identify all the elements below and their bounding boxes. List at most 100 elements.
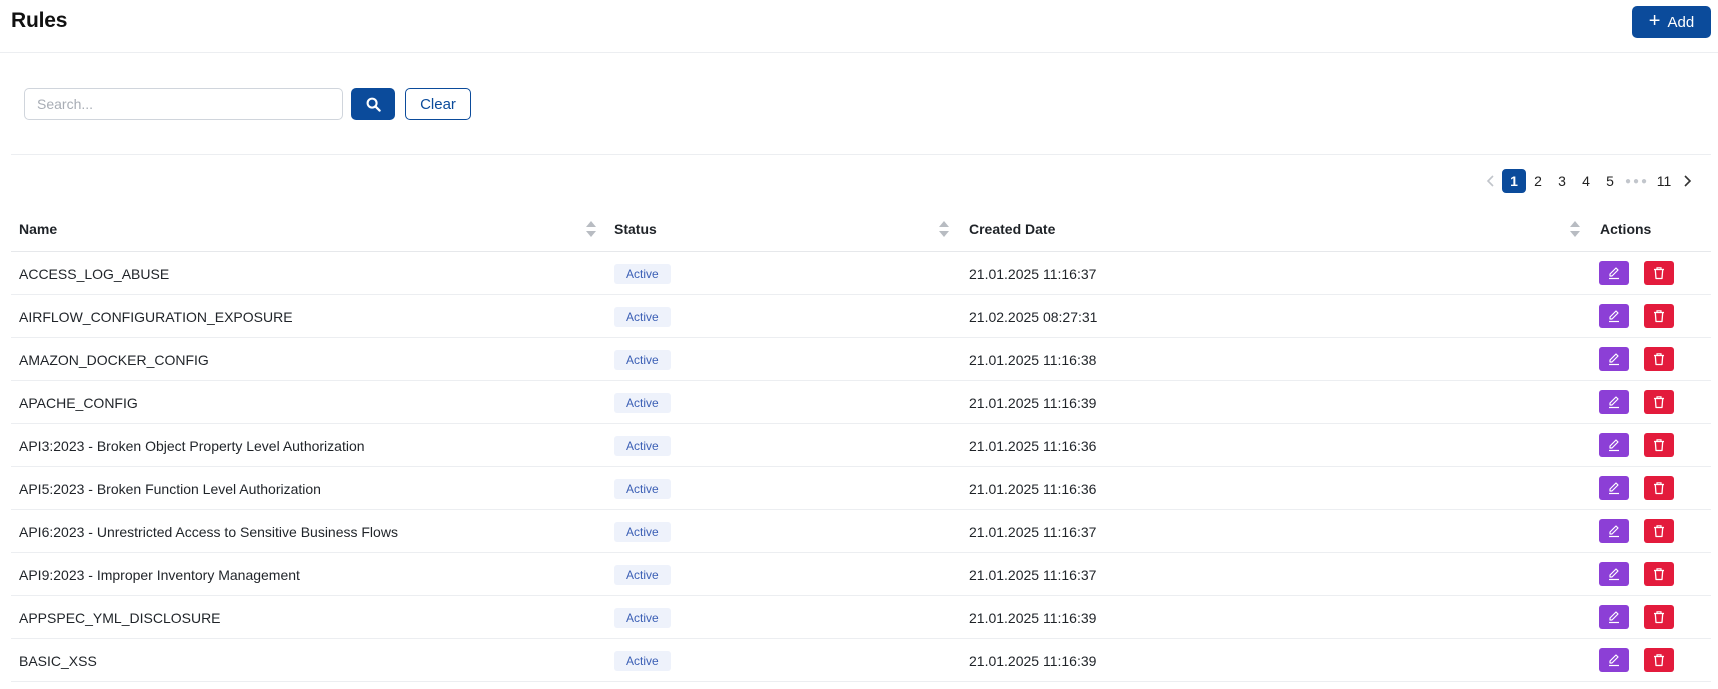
trash-icon (1654, 267, 1664, 280)
row-status: Active (614, 639, 671, 682)
delete-button[interactable] (1644, 390, 1674, 414)
row-name: ACCESS_LOG_ABUSE (19, 265, 170, 282)
status-badge: Active (614, 349, 671, 370)
edit-icon (1609, 611, 1619, 624)
trash-icon (1654, 310, 1664, 323)
edit-icon (1609, 482, 1619, 495)
edit-icon (1609, 654, 1619, 667)
row-created-date: 21.01.2025 11:16:36 (969, 480, 1097, 497)
ellipsis-icon[interactable]: ●●● (1622, 169, 1652, 193)
edit-button[interactable] (1599, 347, 1629, 371)
edit-icon (1609, 353, 1619, 366)
row-name: AIRFLOW_CONFIGURATION_EXPOSURE (19, 308, 293, 325)
page-5-button[interactable]: 5 (1598, 169, 1622, 193)
row-name: API6:2023 - Unrestricted Access to Sensi… (19, 523, 398, 540)
trash-icon (1654, 396, 1664, 409)
prev-page-button[interactable] (1480, 169, 1502, 193)
trash-icon (1654, 568, 1664, 581)
edit-button[interactable] (1599, 433, 1629, 457)
table-row: AMAZON_DOCKER_CONFIG Active 21.01.2025 11:… (11, 338, 1711, 381)
add-button[interactable]: + Add (1632, 6, 1711, 38)
row-status: Active (614, 467, 671, 510)
sort-icon[interactable] (1569, 219, 1581, 239)
table-row: ACCESS_LOG_ABUSE Active 21.01.2025 11:16:3… (11, 252, 1711, 295)
search-button[interactable] (351, 88, 395, 120)
row-created-date: 21.01.2025 11:16:39 (969, 609, 1097, 626)
row-status: Active (614, 338, 671, 381)
row-status: Active (614, 252, 671, 295)
row-status: Active (614, 510, 671, 553)
table-row: API6:2023 - Unrestricted Access to Sensi… (11, 510, 1711, 553)
page-4-button[interactable]: 4 (1574, 169, 1598, 193)
search-input[interactable] (24, 88, 343, 120)
delete-button[interactable] (1644, 304, 1674, 328)
row-name: API5:2023 - Broken Function Level Author… (19, 480, 321, 497)
chevron-left-icon (1486, 175, 1494, 187)
status-badge: Active (614, 306, 671, 327)
column-header-status[interactable]: Status (614, 206, 657, 252)
clear-button[interactable]: Clear (405, 88, 471, 120)
edit-icon (1609, 396, 1619, 409)
add-button-label: Add (1667, 13, 1695, 31)
edit-button[interactable] (1599, 390, 1629, 414)
pagination: 1 2 3 4 5 ●●● 11 (1480, 169, 1698, 193)
table-body: ACCESS_LOG_ABUSE Active 21.01.2025 11:16:3… (11, 252, 1711, 682)
page-title: Rules (11, 9, 68, 32)
delete-button[interactable] (1644, 261, 1674, 285)
edit-button[interactable] (1599, 304, 1629, 328)
row-name: AMAZON_DOCKER_CONFIG (19, 351, 209, 368)
row-created-date: 21.01.2025 11:16:39 (969, 652, 1097, 669)
delete-button[interactable] (1644, 605, 1674, 629)
delete-button[interactable] (1644, 562, 1674, 586)
page-3-button[interactable]: 3 (1550, 169, 1574, 193)
row-created-date: 21.02.2025 08:27:31 (969, 308, 1098, 325)
next-page-button[interactable] (1676, 169, 1698, 193)
row-status: Active (614, 295, 671, 338)
row-status: Active (614, 424, 671, 467)
edit-button[interactable] (1599, 476, 1629, 500)
status-badge: Active (614, 263, 671, 284)
table-row: APPSPEC_YML_DISCLOSURE Active 21.01.2025 1… (11, 596, 1711, 639)
divider (11, 154, 1711, 155)
column-header-created-date[interactable]: Created Date (969, 206, 1055, 252)
row-status: Active (614, 553, 671, 596)
search-icon (366, 97, 381, 112)
delete-button[interactable] (1644, 476, 1674, 500)
edit-icon (1609, 439, 1619, 452)
edit-button[interactable] (1599, 261, 1629, 285)
trash-icon (1654, 482, 1664, 495)
page-11-button[interactable]: 11 (1652, 169, 1676, 193)
edit-button[interactable] (1599, 562, 1629, 586)
delete-button[interactable] (1644, 519, 1674, 543)
edit-button[interactable] (1599, 519, 1629, 543)
delete-button[interactable] (1644, 347, 1674, 371)
status-badge: Active (614, 607, 671, 628)
delete-button[interactable] (1644, 648, 1674, 672)
status-badge: Active (614, 521, 671, 542)
edit-button[interactable] (1599, 605, 1629, 629)
row-created-date: 21.01.2025 11:16:37 (969, 523, 1097, 540)
plus-icon: + (1648, 10, 1661, 32)
edit-button[interactable] (1599, 648, 1629, 672)
page-2-button[interactable]: 2 (1526, 169, 1550, 193)
table-row: BASIC_XSS Active 21.01.2025 11:16:39 (11, 639, 1711, 682)
table-header: Name Status Created Date Actions (11, 206, 1711, 252)
page-1-button[interactable]: 1 (1502, 169, 1526, 193)
row-name: APACHE_CONFIG (19, 394, 138, 411)
rules-table: Name Status Created Date Actions ACCESS_… (11, 206, 1711, 682)
row-name: API9:2023 - Improper Inventory Managemen… (19, 566, 300, 583)
table-row: API9:2023 - Improper Inventory Managemen… (11, 553, 1711, 596)
trash-icon (1654, 353, 1664, 366)
row-name: API3:2023 - Broken Object Property Level… (19, 437, 365, 454)
sort-icon[interactable] (938, 219, 950, 239)
column-header-name[interactable]: Name (19, 206, 57, 252)
sort-icon[interactable] (585, 219, 597, 239)
delete-button[interactable] (1644, 433, 1674, 457)
edit-icon (1609, 525, 1619, 538)
table-row: AIRFLOW_CONFIGURATION_EXPOSURE Active 21.0… (11, 295, 1711, 338)
row-status: Active (614, 596, 671, 639)
edit-icon (1609, 568, 1619, 581)
row-name: APPSPEC_YML_DISCLOSURE (19, 609, 221, 626)
status-badge: Active (614, 478, 671, 499)
status-badge: Active (614, 650, 671, 671)
